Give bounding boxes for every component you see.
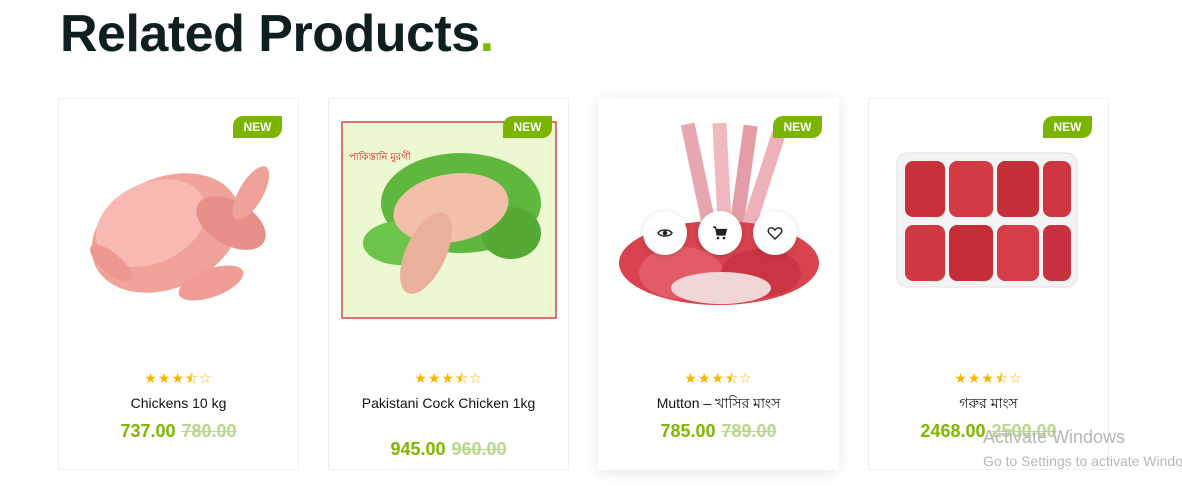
heart-icon bbox=[767, 227, 783, 240]
cart-icon bbox=[713, 226, 728, 240]
product-name[interactable]: Mutton – খাসির মাংস bbox=[619, 394, 818, 413]
rating-stars: ★★★⯪☆ bbox=[954, 370, 1023, 386]
product-image[interactable] bbox=[71, 113, 287, 323]
rating-stars: ★★★⯪☆ bbox=[414, 370, 483, 386]
product-card[interactable]: NEW ★★★⯪☆ Chickens 10 kg 737.00 780.00 bbox=[58, 98, 299, 470]
product-card[interactable]: NEW ★★★⯪☆ গরুর মাংস 2468.00 2500.00 bbox=[868, 98, 1109, 470]
wishlist-button[interactable] bbox=[753, 211, 797, 255]
image-label: পাকিস্তানি মুরগী bbox=[349, 152, 411, 163]
new-badge: NEW bbox=[233, 116, 282, 138]
quick-view-button[interactable] bbox=[643, 211, 687, 255]
rating-stars: ★★★⯪☆ bbox=[144, 370, 213, 386]
product-image[interactable] bbox=[341, 113, 557, 323]
product-card[interactable]: NEW ★★★⯪☆ Mutton – খাসির মাংস 785.00 789.… bbox=[598, 98, 839, 470]
add-to-cart-button[interactable] bbox=[698, 211, 742, 255]
product-actions bbox=[643, 211, 797, 255]
rating-stars: ★★★⯪☆ bbox=[684, 370, 753, 386]
product-card[interactable]: পাকিস্তানি মুরগী NEW ★★★⯪☆ Pakistani Coc… bbox=[328, 98, 569, 470]
product-price: 945.00 960.00 bbox=[390, 439, 507, 459]
activate-windows-subtitle: Go to Settings to activate Windows. bbox=[983, 453, 1182, 469]
new-badge: NEW bbox=[773, 116, 822, 138]
new-badge: NEW bbox=[503, 116, 552, 138]
product-name[interactable]: গরুর মাংস bbox=[889, 394, 1088, 413]
product-image[interactable] bbox=[881, 113, 1097, 323]
product-price: 785.00 789.00 bbox=[660, 421, 777, 441]
activate-windows-title: Activate Windows bbox=[983, 427, 1126, 447]
new-badge: NEW bbox=[1043, 116, 1092, 138]
product-name[interactable]: Chickens 10 kg bbox=[79, 394, 278, 413]
product-price: 737.00 780.00 bbox=[120, 421, 237, 441]
eye-icon bbox=[657, 229, 673, 237]
section-title: Related Products. bbox=[60, 5, 494, 63]
product-name[interactable]: Pakistani Cock Chicken 1kg bbox=[349, 394, 548, 413]
